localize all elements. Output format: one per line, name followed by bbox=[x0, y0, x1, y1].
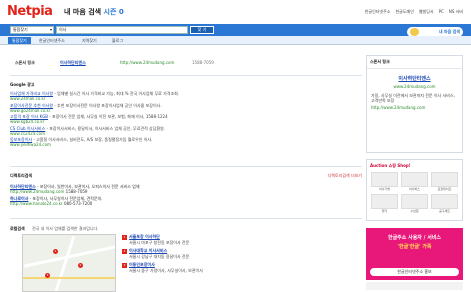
right-sponsor-head: 스폰서 링크 bbox=[367, 56, 462, 69]
product-thumb bbox=[371, 194, 398, 209]
search-scope-select[interactable]: 통합찾기 ▾ bbox=[10, 26, 54, 34]
sponsor-section: 스폰서 링크 이사하단티엔스 http://www.24mudang.com 1… bbox=[10, 55, 362, 69]
tab-blog[interactable]: 블로그 bbox=[108, 37, 127, 44]
directory-header: 디렉토리검색 디렉토리검색 더보기 bbox=[10, 173, 362, 182]
local-link[interactable]: 서울포장 이사하단 bbox=[129, 234, 160, 239]
google-ads-section: Google 광고 이사업체 가격비교 이사왕 - 업체별 실시간 이사 가격비… bbox=[10, 82, 362, 149]
list-item: 이사하단티엔스 - 포장이사, 일반이사, 보관이사, 오피스이사 전문 서비스… bbox=[10, 184, 140, 194]
shopping-item[interactable]: 수납함 bbox=[401, 194, 428, 213]
map-pin-icon[interactable]: 1 bbox=[53, 249, 58, 254]
local-link[interactable]: 이동인포장이사 bbox=[129, 262, 155, 267]
shopping-item[interactable]: 이사가방 bbox=[371, 172, 398, 191]
list-item: 2 이사대학교 이사서비스 서울시 강남구 대치동 용달이사 전문 bbox=[122, 248, 190, 259]
shopping-head: Auction 쇼핑 Shop! bbox=[370, 163, 411, 168]
slogan-accent: 시즌 0 bbox=[103, 8, 124, 16]
promo-line2: '한글'한글' 가족 bbox=[397, 244, 432, 250]
sponsor-label: 스폰서 링크 bbox=[15, 60, 35, 65]
shopping-box: Auction 쇼핑 Shop! 이사가방 이사박스 포장테이프 행거 수납함 … bbox=[366, 159, 463, 221]
right-sponsor-name[interactable]: 이사하단티엔스 bbox=[367, 75, 462, 82]
local-map[interactable]: 1 2 3 bbox=[22, 234, 116, 292]
tab-row: 통합찾기 한글인터넷주소 지역찾기 블로그 bbox=[0, 36, 471, 45]
right-sponsor-desc: 가정, 사무실 이전에서 보관까지 전문 이사 서비스, 고객만족 보장 bbox=[371, 93, 455, 103]
list-item: CS Club 이사서비스 - 포장이사서비스, 용달이사, 이사서비스 업체 … bbox=[10, 125, 166, 136]
directory-more-link[interactable]: 디렉토리검색 더보기 bbox=[328, 173, 362, 182]
search-bar: 통합찾기 ▾ 이사 찾 기 bbox=[0, 24, 471, 36]
product-thumb bbox=[431, 194, 458, 209]
bottom-strip bbox=[366, 282, 463, 290]
search-scope-value: 통합찾기 bbox=[13, 27, 28, 32]
product-thumb bbox=[401, 194, 428, 209]
sponsor-phone: 1588-7059 bbox=[192, 60, 214, 65]
chevron-down-icon: ▾ bbox=[49, 27, 52, 32]
shopping-item[interactable]: 이사박스 bbox=[401, 172, 428, 191]
google-ad-link[interactable]: CS Club 이사서비스 bbox=[10, 126, 45, 131]
shopping-item[interactable]: 포장테이프 bbox=[431, 172, 458, 191]
local-list: 1 서울포장 이사하단 서울시 마포구 창전동 포장이사 전문 2 이사대학교 이사… bbox=[122, 234, 362, 276]
product-thumb bbox=[431, 172, 458, 187]
directory-section: 디렉토리검색 디렉토리검색 더보기 이사하단티엔스 - 포장이사, 일반이사, … bbox=[10, 173, 362, 206]
map-pin-icon[interactable]: 2 bbox=[78, 263, 83, 268]
promo-button[interactable]: 한글인터넷주소 홍보 bbox=[370, 268, 459, 276]
product-thumb bbox=[401, 172, 428, 187]
sponsor-url[interactable]: http://www.24mudang.com bbox=[120, 60, 174, 65]
sponsor-title-link[interactable]: 이사하단티엔스 bbox=[60, 60, 86, 66]
list-item: 1 서울포장 이사하단 서울시 마포구 창전동 포장이사 전문 bbox=[122, 234, 190, 245]
local-note: 전국 내 이사 업체를 검색한 결과입니다. bbox=[32, 226, 99, 231]
shopping-item[interactable]: 행거 bbox=[371, 194, 398, 213]
right-sponsor-url[interactable]: www.24mudang.com bbox=[367, 84, 462, 89]
top-link-pc[interactable]: PC bbox=[439, 9, 444, 15]
list-item: 고품격 포장 이사 KGB - 포장이사 전문 업체, 사무실 이전 보관, 보… bbox=[10, 114, 168, 124]
tab-local[interactable]: 지역찾기 bbox=[78, 37, 101, 44]
promo-line1: 한글주소 사용자 / 서비스 bbox=[387, 235, 442, 241]
mascot-text: 내 마음 검색 bbox=[438, 29, 460, 34]
slogan-main: 내 마음 검색 bbox=[64, 8, 104, 16]
netpia-logo[interactable]: Netpia bbox=[7, 4, 53, 19]
right-sponsor-url2[interactable]: http://www.24mudang.com bbox=[367, 105, 462, 110]
list-item: 이사업체 가격비교 이사왕 - 업체별 실시간 이사 가격비교 가능, 최대 %… bbox=[10, 91, 180, 101]
product-thumb bbox=[371, 172, 398, 187]
top-bar: Netpia 내 마음 검색 시즌 0 한글인터넷주소 한글도메인 웹빌딩서 P… bbox=[0, 0, 471, 22]
list-item: 3 이동인포장이사 서울시 중구 가정이사, 사무실이사, 보관이사 bbox=[122, 262, 203, 273]
divider bbox=[10, 75, 362, 76]
top-link-web-building[interactable]: 웹빌딩서 bbox=[419, 9, 434, 15]
list-item: 포장이사전문 추천 이사왕 - 추천 포장이사전문 이사왕 포장이사업체 공인 … bbox=[10, 102, 162, 113]
top-link-korean-address[interactable]: 한글인터넷주소 bbox=[365, 9, 391, 15]
google-ads-title: Google 광고 bbox=[10, 82, 35, 87]
local-section: 로컬검색 전국 내 이사 업체를 검색한 결과입니다. 1 2 3 1 서울포장 … bbox=[10, 222, 362, 292]
top-link-ns-server[interactable]: NS 서버 bbox=[449, 9, 463, 15]
mascot-face-icon bbox=[410, 28, 419, 36]
divider bbox=[10, 166, 362, 167]
directory-title: 디렉토리검색 bbox=[10, 173, 33, 178]
search-input[interactable]: 이사 bbox=[56, 26, 188, 34]
tab-korean-address[interactable]: 한글인터넷주소 bbox=[35, 37, 69, 44]
divider bbox=[10, 218, 362, 219]
local-link[interactable]: 이사대학교 이사서비스 bbox=[129, 248, 167, 253]
top-link-korean-domain[interactable]: 한글도메인 bbox=[395, 9, 413, 15]
shopping-item[interactable]: 공구세트 bbox=[431, 194, 458, 213]
map-road bbox=[53, 236, 76, 291]
shopping-grid: 이사가방 이사박스 포장테이프 행거 수납함 공구세트 bbox=[367, 172, 462, 213]
list-item: 동보포장이사 - 고품질 이사서비스, 실비전도, A/S 보장, 품질평정가입… bbox=[10, 137, 153, 147]
map-pin-icon[interactable]: 3 bbox=[45, 273, 50, 278]
top-links: 한글인터넷주소 한글도메인 웹빌딩서 PC NS 서버 bbox=[365, 9, 463, 15]
google-ad-link[interactable]: 포장이사전문 추천 이사왕 bbox=[10, 103, 53, 108]
search-button[interactable]: 찾 기 bbox=[190, 26, 214, 34]
local-label: 로컬검색 bbox=[10, 226, 25, 231]
list-item: 하나로이사 - 포장이사, 사무실이사 전문업체, 견적문의. http://w… bbox=[10, 196, 103, 206]
tab-all[interactable]: 통합찾기 bbox=[8, 37, 31, 44]
site-slogan: 내 마음 검색 시즌 0 bbox=[64, 7, 124, 17]
promo-banner[interactable]: 한글주소 사용자 / 서비스 '한글'한글' 가족 한글인터넷주소 홍보 bbox=[366, 228, 463, 280]
map-road bbox=[23, 277, 115, 279]
right-sponsor-box: 스폰서 링크 이사하단티엔스 www.24mudang.com 가정, 사무실 … bbox=[366, 55, 463, 153]
